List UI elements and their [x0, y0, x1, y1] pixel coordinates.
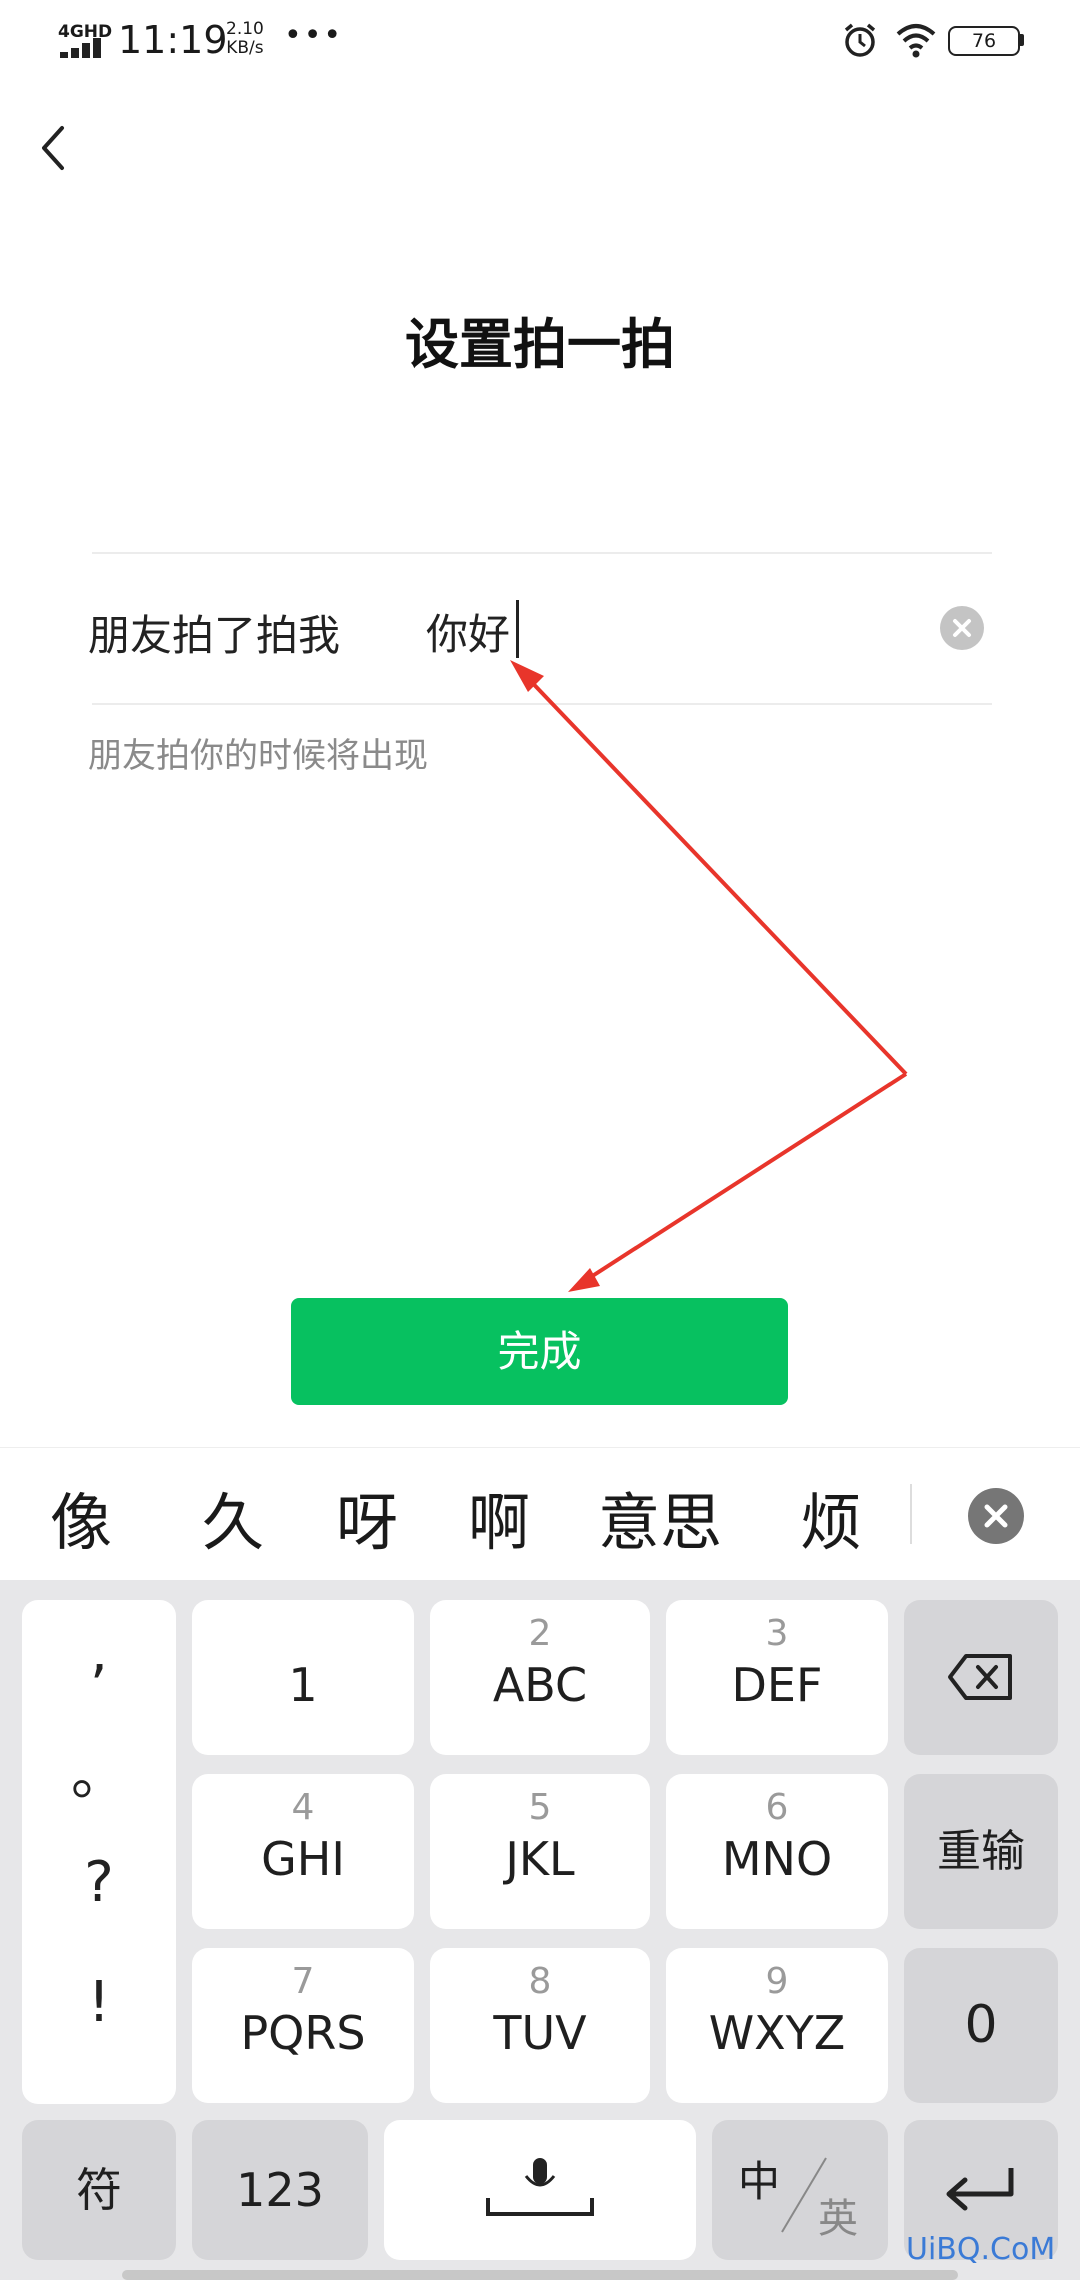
- symbols-label: 符: [76, 2163, 122, 2217]
- language-switch-key[interactable]: 中 英: [712, 2120, 888, 2260]
- divider-top: [92, 552, 992, 554]
- speed-unit: KB/s: [226, 38, 264, 58]
- page-title: 设置拍一拍: [405, 313, 675, 376]
- key-7[interactable]: 7 PQRS: [192, 1948, 414, 2103]
- battery-tip: [1020, 34, 1024, 46]
- signal-icon: [60, 38, 104, 58]
- numbers-key[interactable]: 123: [192, 2120, 368, 2260]
- key-9-num: 9: [765, 1961, 789, 2002]
- key-6[interactable]: 6 MNO: [666, 1774, 888, 1929]
- microphone-icon: [486, 2158, 594, 2216]
- status-bar: 4GHD 11:19 2.10 KB/s ••• 76: [0, 0, 1080, 90]
- close-icon[interactable]: [968, 1488, 1024, 1544]
- key-4[interactable]: 4 GHI: [192, 1774, 414, 1929]
- numbers-label: 123: [236, 2163, 324, 2217]
- key-3[interactable]: 3 DEF: [666, 1600, 888, 1755]
- key-6-num: 6: [765, 1787, 789, 1828]
- key-5-letters: JKL: [505, 1832, 575, 1886]
- candidate-bar: [0, 1447, 1080, 1581]
- battery-icon: 76: [948, 26, 1020, 56]
- key-2-letters: ABC: [492, 1658, 588, 1712]
- candidate-6[interactable]: 烦: [800, 1472, 862, 1562]
- space-key[interactable]: [384, 2120, 696, 2260]
- arrow-to-done: [578, 1072, 908, 1286]
- backspace-key[interactable]: [904, 1600, 1058, 1755]
- status-time: 11:19: [118, 18, 228, 62]
- key-4-num: 4: [291, 1787, 315, 1828]
- wifi-icon: [896, 24, 936, 58]
- lang-en-label: 英: [818, 2196, 858, 2242]
- key-2[interactable]: 2 ABC: [430, 1600, 650, 1755]
- suffix-input[interactable]: [426, 598, 906, 664]
- text-cursor: [516, 600, 519, 658]
- divider-bottom: [92, 703, 992, 705]
- alarm-icon: [844, 23, 876, 57]
- key-6-letters: MNO: [721, 1832, 833, 1886]
- backspace-icon: [948, 1654, 1012, 1700]
- candidate-2[interactable]: 久: [202, 1472, 264, 1562]
- clear-icon[interactable]: [940, 606, 984, 650]
- key-8-num: 8: [528, 1961, 552, 2002]
- key-3-num: 3: [765, 1613, 789, 1654]
- key-7-num: 7: [291, 1961, 315, 2002]
- punc-question[interactable]: ?: [22, 1850, 176, 1915]
- key-1-num: [192, 1614, 414, 1654]
- done-button[interactable]: 完成: [291, 1298, 788, 1405]
- arrow-to-input: [520, 670, 908, 1076]
- key-2-num: 2: [528, 1613, 552, 1654]
- candidate-5[interactable]: 意思: [598, 1472, 722, 1562]
- key-1-letters: 1: [288, 1658, 318, 1712]
- punc-exclaim[interactable]: !: [22, 1970, 176, 2035]
- key-4-letters: GHI: [261, 1832, 345, 1886]
- key-5-num: 5: [528, 1787, 552, 1828]
- key-5[interactable]: 5 JKL: [430, 1774, 650, 1929]
- candidate-3[interactable]: 呀: [336, 1472, 398, 1562]
- watermark: UiBQ.CoM: [906, 2232, 1056, 2267]
- network-speed: 2.10 KB/s: [226, 20, 264, 58]
- more-notifications-icon: •••: [284, 18, 344, 53]
- enter-icon: [946, 2168, 1014, 2211]
- hint-text: 朋友拍你的时候将出现: [88, 736, 428, 776]
- retype-key[interactable]: 重输: [904, 1774, 1058, 1929]
- punc-comma[interactable]: ,: [22, 1620, 176, 1685]
- key-7-letters: PQRS: [240, 2006, 366, 2060]
- key-8-letters: TUV: [493, 2006, 587, 2060]
- key-9[interactable]: 9 WXYZ: [666, 1948, 888, 2103]
- key-8[interactable]: 8 TUV: [430, 1948, 650, 2103]
- back-arrow-icon[interactable]: [30, 118, 80, 178]
- speed-value: 2.10: [226, 19, 264, 39]
- candidate-1[interactable]: 像: [50, 1472, 112, 1562]
- key-1[interactable]: 1: [192, 1600, 414, 1755]
- candidate-divider: [910, 1484, 912, 1544]
- prefix-label: 朋友拍了拍我: [88, 611, 341, 660]
- retype-label: 重输: [937, 1826, 1025, 1877]
- punctuation-column[interactable]: , 。 ? !: [22, 1600, 176, 2104]
- key-3-letters: DEF: [731, 1658, 823, 1712]
- symbols-key[interactable]: 符: [22, 2120, 176, 2260]
- punc-period[interactable]: 。: [22, 1730, 176, 1811]
- candidate-4[interactable]: 啊: [468, 1472, 530, 1562]
- home-indicator: [122, 2270, 958, 2280]
- key-0[interactable]: 0: [904, 1948, 1058, 2103]
- key-0-label: 0: [964, 1995, 998, 2055]
- key-9-letters: WXYZ: [708, 2006, 846, 2060]
